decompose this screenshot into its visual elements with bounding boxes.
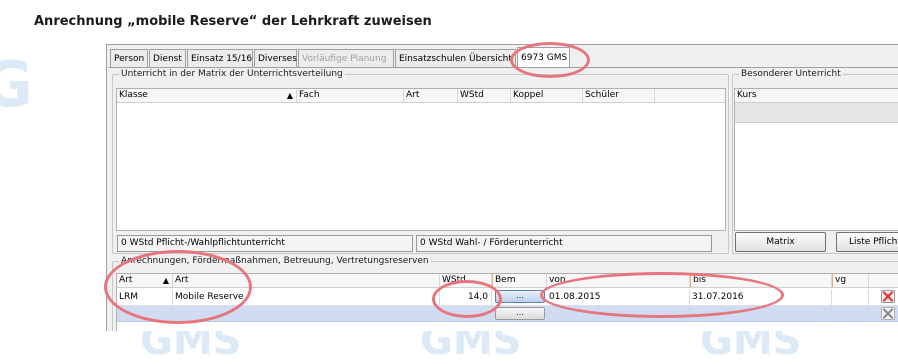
col-header-action [869,274,898,288]
row-bis[interactable] [690,306,832,321]
row-bis[interactable]: 31.07.2016 [690,290,832,305]
tab-content: Unterricht in der Matrix der Unterrichts… [108,67,898,331]
col-header-von[interactable]: von [547,274,690,288]
unterricht-table[interactable] [116,88,726,231]
col-header-art[interactable]: Art [404,89,458,103]
row-wstd[interactable] [440,306,492,321]
matrix-button[interactable]: Matrix [735,232,826,252]
col-header-bem[interactable]: Bem [492,274,547,288]
col-header-wstd[interactable]: WStd [440,274,492,288]
anrechnungen-group-title: Anrechnungen, Fördermaßnahmen, Betreuung… [119,256,431,266]
bem-ellipsis-button[interactable]: ... [495,290,545,303]
sort-asc-icon: ▲ [286,91,293,100]
tab-einsatz[interactable]: Einsatz 15/16 [187,49,253,67]
tab-person[interactable]: Person [110,49,148,67]
row-vg[interactable] [832,306,869,321]
row-art-code[interactable] [117,306,173,321]
tab-vorlaeufige-planung: Vorläufige Planung [298,49,394,67]
tab-einsatzschulen-uebersicht[interactable]: Einsatzschulen Übersicht [395,49,516,67]
col-header-fach[interactable]: Fach [297,89,404,103]
summary-wahl: 0 WStd Wahl- / Förderunterricht [416,235,712,252]
unterricht-group-title: Unterricht in der Matrix der Unterrichts… [119,69,345,79]
col-header-koppel[interactable]: Koppel [511,89,583,103]
col-header-art-code[interactable]: Art ▲ [117,274,173,288]
col-header-art-name[interactable]: Art [173,274,440,288]
col-header-wstd[interactable]: WStd [458,89,511,103]
col-header-filler [655,89,725,103]
col-header-klasse[interactable]: Klasse ▲ [117,89,297,103]
row-wstd[interactable]: 14,0 [440,290,492,305]
col-header-schueler[interactable]: Schüler [583,89,655,103]
col-header-bis[interactable]: bis [690,274,832,288]
page-title: Anrechnung „mobile Reserve“ der Lehrkraf… [34,14,432,29]
col-header-vg[interactable]: vg [832,274,869,288]
row-vg[interactable] [832,290,869,305]
row-art-code[interactable]: LRM [117,290,173,305]
col-header-kurs[interactable]: Kurs [735,89,898,103]
row-art-name[interactable] [173,306,440,321]
kurs-header-band [735,103,898,123]
table-row[interactable]: LRM Mobile Reserve 14,0 ... 01.08.2015 3… [117,289,898,306]
tab-dienst[interactable]: Dienst [149,49,186,67]
tab-6973-gms[interactable]: 6973 GMS [517,47,570,68]
row-von[interactable]: 01.08.2015 [547,290,690,305]
tab-diverses[interactable]: Diverses [254,49,297,67]
table-row[interactable]: ... [117,306,898,322]
teacher-detail-window: Person Dienst Einsatz 15/16 Diverses Vor… [106,44,898,331]
besonderer-group-title: Besonderer Unterricht [739,69,843,79]
delete-row-icon[interactable] [881,307,895,320]
summary-pflicht: 0 WStd Pflicht-/Wahlpflichtunterricht [117,235,413,252]
watermark-gms-left: G [0,48,33,121]
liste-pflicht-button[interactable]: Liste Pflicht [836,232,898,252]
row-art-name[interactable]: Mobile Reserve [173,290,440,305]
row-von[interactable] [547,306,690,321]
delete-row-icon[interactable] [881,290,895,303]
bem-ellipsis-button[interactable]: ... [495,307,545,320]
sort-asc-icon: ▲ [162,276,169,285]
